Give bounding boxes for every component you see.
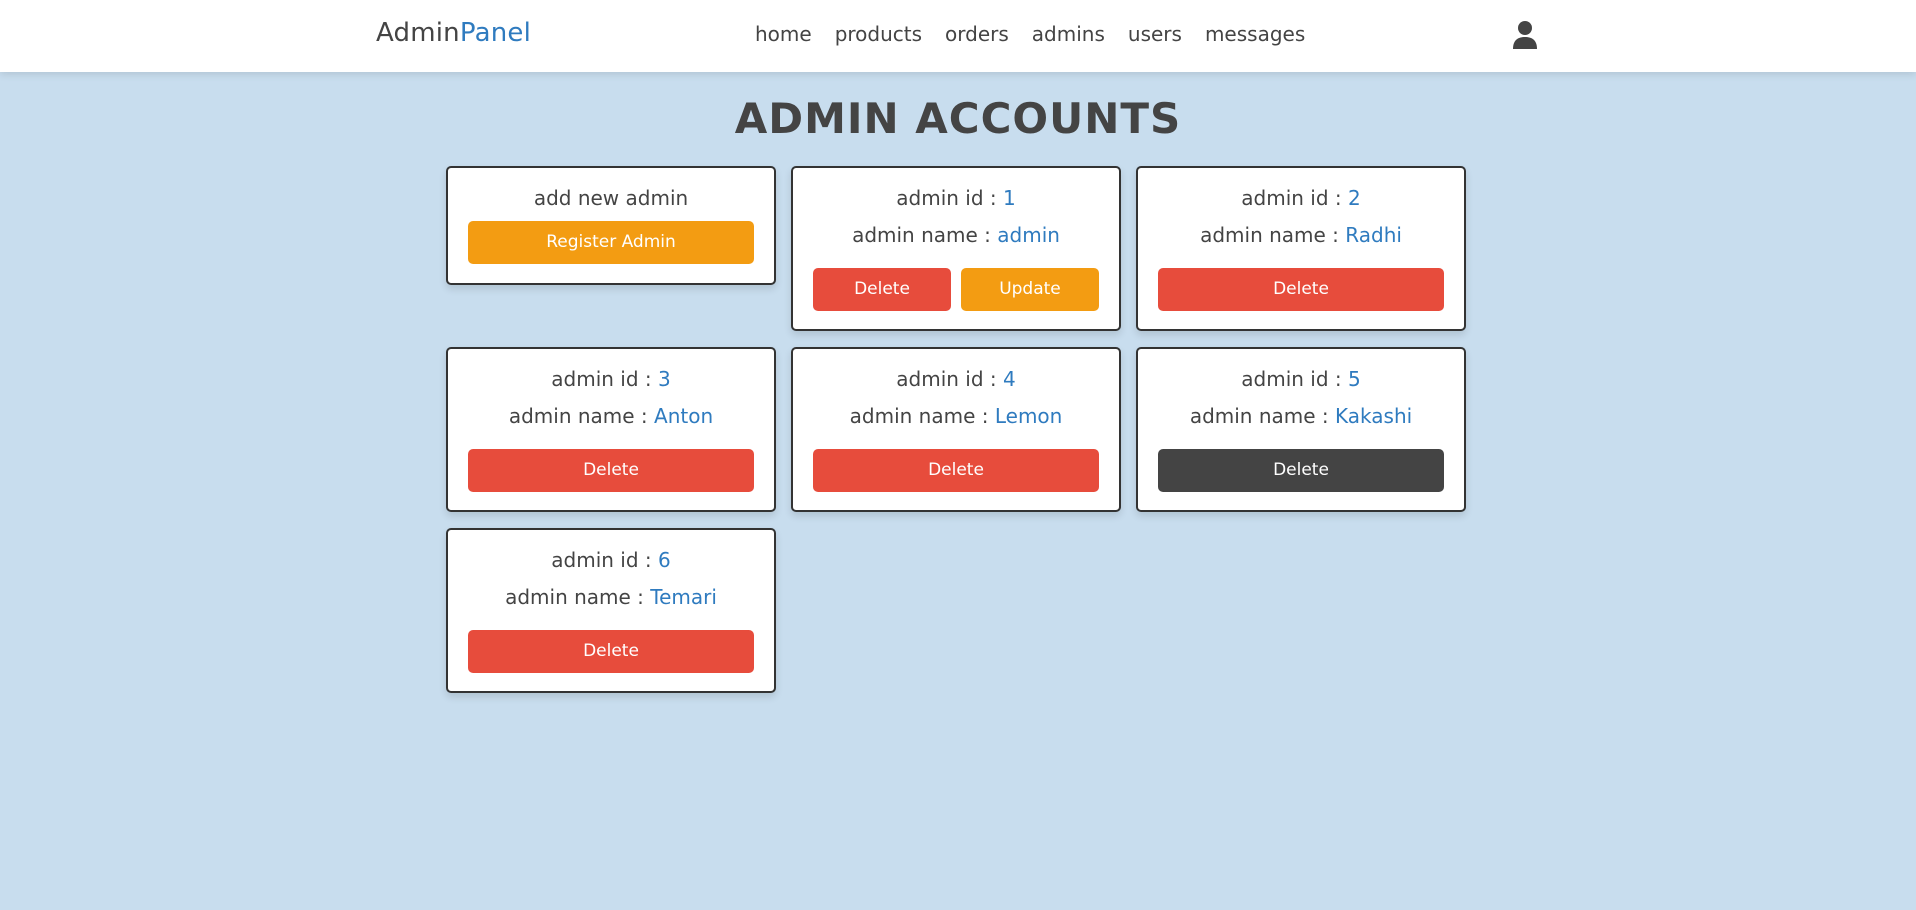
admin-id-line: admin id : 3: [448, 361, 774, 398]
admin-card: admin id : 4 admin name : Lemon Delete: [791, 347, 1121, 512]
admin-card: admin id : 5 admin name : Kakashi Delete: [1136, 347, 1466, 512]
delete-button[interactable]: Delete: [1158, 449, 1444, 492]
admin-id-value: 1: [1003, 186, 1016, 210]
admin-card: admin id : 2 admin name : Radhi Delete: [1136, 166, 1466, 331]
nav-home[interactable]: home: [755, 22, 812, 46]
admin-name-line: admin name : Temari: [448, 579, 774, 616]
admin-id-line: admin id : 4: [793, 361, 1119, 398]
user-icon[interactable]: [1512, 20, 1538, 50]
delete-button[interactable]: Delete: [468, 449, 754, 492]
admin-name-value: Radhi: [1345, 223, 1402, 247]
admin-name-label: admin name :: [1200, 223, 1346, 247]
admin-id-value: 6: [658, 548, 671, 572]
admin-name-line: admin name : Kakashi: [1138, 398, 1464, 435]
admin-card: admin id : 1 admin name : admin Delete U…: [791, 166, 1121, 331]
admin-id-line: admin id : 6: [448, 542, 774, 579]
admin-id-value: 5: [1348, 367, 1361, 391]
register-admin-card: add new admin Register Admin: [446, 166, 776, 285]
register-admin-button[interactable]: Register Admin: [468, 221, 754, 264]
header: AdminPanel home products orders admins u…: [0, 0, 1916, 72]
logo-accent: Panel: [459, 18, 532, 48]
logo-main: Admin: [376, 18, 460, 48]
admin-id-label: admin id :: [551, 367, 658, 391]
admin-id-value: 3: [658, 367, 671, 391]
admin-card: admin id : 3 admin name : Anton Delete: [446, 347, 776, 512]
admin-name-label: admin name :: [505, 585, 651, 609]
delete-button[interactable]: Delete: [813, 268, 951, 311]
nav-messages[interactable]: messages: [1205, 22, 1305, 46]
admin-id-label: admin id :: [1241, 367, 1348, 391]
admin-name-line: admin name : Radhi: [1138, 217, 1464, 254]
admin-name-value: admin: [997, 223, 1060, 247]
main-nav: home products orders admins users messag…: [755, 22, 1305, 46]
admin-name-label: admin name :: [849, 404, 995, 428]
admin-id-label: admin id :: [551, 548, 658, 572]
admin-name-label: admin name :: [508, 404, 655, 428]
admin-id-line: admin id : 1: [793, 180, 1119, 217]
admin-name-line: admin name : admin: [793, 217, 1119, 254]
admin-id-line: admin id : 5: [1138, 361, 1464, 398]
admin-name-value: Lemon: [994, 404, 1063, 428]
nav-products[interactable]: products: [835, 22, 922, 46]
admin-name-value: Anton: [654, 404, 714, 428]
admin-card: admin id : 6 admin name : Temari Delete: [446, 528, 776, 693]
logo[interactable]: AdminPanel: [376, 18, 531, 48]
nav-orders[interactable]: orders: [945, 22, 1009, 46]
admin-id-line: admin id : 2: [1138, 180, 1464, 217]
admin-id-value: 2: [1348, 186, 1361, 210]
add-new-admin-label: add new admin: [533, 186, 689, 210]
admin-name-label: admin name :: [1189, 404, 1336, 428]
delete-button[interactable]: Delete: [813, 449, 1099, 492]
admin-name-value: Kakashi: [1335, 404, 1413, 428]
delete-button[interactable]: Delete: [468, 630, 754, 673]
admin-name-label: admin name :: [852, 223, 998, 247]
admin-name-value: Temari: [650, 585, 717, 609]
admin-id-label: admin id :: [896, 186, 1003, 210]
admin-id-label: admin id :: [896, 367, 1003, 391]
admin-name-line: admin name : Lemon: [793, 398, 1119, 435]
admin-name-line: admin name : Anton: [448, 398, 774, 435]
page-title: ADMIN ACCOUNTS: [734, 94, 1182, 143]
nav-admins[interactable]: admins: [1032, 22, 1105, 46]
admin-id-value: 4: [1003, 367, 1016, 391]
nav-users[interactable]: users: [1128, 22, 1182, 46]
admin-id-label: admin id :: [1241, 186, 1348, 210]
update-button[interactable]: Update: [961, 268, 1099, 311]
delete-button[interactable]: Delete: [1158, 268, 1444, 311]
